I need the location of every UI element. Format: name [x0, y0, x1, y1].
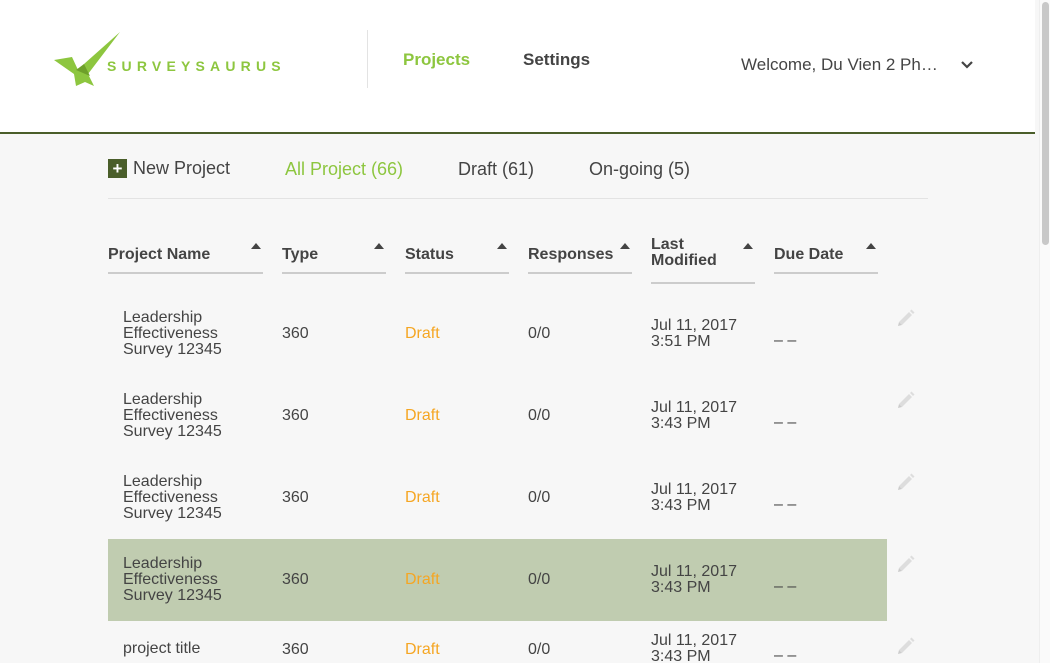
- name-line: Leadership: [123, 473, 203, 490]
- due-date: – –: [774, 647, 797, 663]
- name-line: Survey 12345: [123, 341, 222, 358]
- sort-icon: [866, 243, 876, 249]
- surveysaurus-logo[interactable]: SURVEYSAURUS: [52, 30, 292, 90]
- sort-icon: [743, 243, 753, 249]
- column-header-type[interactable]: Type: [282, 236, 386, 274]
- name-line: Survey 12345: [123, 505, 222, 522]
- tab-draft[interactable]: Draft (61): [458, 159, 534, 180]
- modified-date: Jul 11, 2017: [651, 632, 737, 649]
- due-date: – –: [774, 496, 797, 513]
- project-name[interactable]: Leadership Effectiveness Survey 12345: [123, 556, 222, 604]
- chevron-down-icon[interactable]: [960, 58, 974, 72]
- modified-time: 3:43 PM: [651, 415, 711, 432]
- column-header-responses[interactable]: Responses: [528, 236, 632, 274]
- column-header-status[interactable]: Status: [405, 236, 509, 274]
- sort-icon: [497, 243, 507, 249]
- modified-time: 3:43 PM: [651, 648, 711, 663]
- modified-date: Jul 11, 2017: [651, 399, 737, 416]
- table-row[interactable]: Leadership Effectiveness Survey 12345 360 …: [108, 457, 887, 539]
- pencil-icon[interactable]: [896, 307, 916, 327]
- responses-count: 0/0: [528, 325, 551, 342]
- modified-date: Jul 11, 2017: [651, 563, 737, 580]
- name-line: Effectiveness: [123, 325, 218, 342]
- tab-ongoing[interactable]: On-going (5): [589, 159, 690, 180]
- column-header-due-date[interactable]: Due Date: [774, 236, 878, 274]
- table-row[interactable]: Leadership Effectiveness Survey 12345 360 …: [108, 293, 887, 375]
- user-welcome[interactable]: Welcome, Du Vien 2 Ph…: [741, 55, 938, 75]
- plus-icon: +: [108, 159, 127, 178]
- brand-name: SURVEYSAURUS: [107, 58, 286, 74]
- app-header: SURVEYSAURUS Projects Settings Welcome, …: [0, 0, 1035, 134]
- header-divider: [367, 30, 368, 88]
- modified-date: Jul 11, 2017: [651, 317, 737, 334]
- last-modified: Jul 11, 2017 3:43 PM: [651, 482, 737, 514]
- column-header-last-modified[interactable]: Last Modified: [651, 236, 755, 284]
- new-project-button[interactable]: + New Project: [108, 158, 230, 179]
- name-line: Leadership: [123, 309, 203, 326]
- name-line: Effectiveness: [123, 489, 218, 506]
- header-label-line: Last: [651, 236, 684, 253]
- name-line: Leadership: [123, 391, 203, 408]
- pencil-icon[interactable]: [896, 635, 916, 655]
- responses-count: 0/0: [528, 407, 551, 424]
- responses-count: 0/0: [528, 571, 551, 588]
- due-date: – –: [774, 414, 797, 431]
- nav-projects[interactable]: Projects: [403, 50, 470, 70]
- project-type: 360: [282, 407, 309, 424]
- project-name[interactable]: Leadership Effectiveness Survey 12345: [123, 474, 222, 522]
- name-line: Survey 12345: [123, 423, 222, 440]
- column-header-project-name[interactable]: Project Name: [108, 236, 263, 274]
- project-type: 360: [282, 489, 309, 506]
- responses-count: 0/0: [528, 641, 551, 658]
- modified-time: 3:51 PM: [651, 333, 711, 350]
- sort-icon: [374, 243, 384, 249]
- last-modified: Jul 11, 2017 3:51 PM: [651, 318, 737, 350]
- status-badge: Draft: [405, 325, 440, 342]
- modified-time: 3:43 PM: [651, 497, 711, 514]
- due-date: – –: [774, 332, 797, 349]
- project-name[interactable]: Leadership Effectiveness Survey 12345: [123, 310, 222, 358]
- project-type: 360: [282, 325, 309, 342]
- nav-settings[interactable]: Settings: [523, 50, 590, 70]
- table-row[interactable]: Leadership Effectiveness Survey 12345 360 …: [108, 375, 887, 457]
- sort-icon: [251, 243, 261, 249]
- project-name[interactable]: project title: [123, 641, 200, 657]
- due-date: – –: [774, 578, 797, 595]
- project-filter-bar: + New Project All Project (66) Draft (61…: [108, 158, 928, 199]
- new-project-label: New Project: [133, 158, 231, 178]
- scrollbar-thumb[interactable]: [1042, 2, 1049, 245]
- project-name[interactable]: Leadership Effectiveness Survey 12345: [123, 392, 222, 440]
- name-line: Effectiveness: [123, 407, 218, 424]
- header-label-line: Modified: [651, 252, 717, 269]
- modified-time: 3:43 PM: [651, 579, 711, 596]
- name-line: Effectiveness: [123, 571, 218, 588]
- tab-all-projects[interactable]: All Project (66): [285, 159, 403, 180]
- sort-icon: [620, 243, 630, 249]
- last-modified: Jul 11, 2017 3:43 PM: [651, 633, 737, 663]
- table-row[interactable]: project title 360 Draft 0/0 Jul 11, 2017…: [108, 621, 887, 663]
- pencil-icon[interactable]: [896, 553, 916, 573]
- project-type: 360: [282, 571, 309, 588]
- name-line: Survey 12345: [123, 587, 222, 604]
- responses-count: 0/0: [528, 489, 551, 506]
- status-badge: Draft: [405, 407, 440, 424]
- status-badge: Draft: [405, 571, 440, 588]
- last-modified: Jul 11, 2017 3:43 PM: [651, 400, 737, 432]
- pencil-icon[interactable]: [896, 389, 916, 409]
- project-type: 360: [282, 641, 309, 658]
- status-badge: Draft: [405, 489, 440, 506]
- status-badge: Draft: [405, 641, 440, 658]
- vertical-scrollbar[interactable]: [1039, 0, 1050, 663]
- last-modified: Jul 11, 2017 3:43 PM: [651, 564, 737, 596]
- name-line: Leadership: [123, 555, 203, 572]
- pencil-icon[interactable]: [896, 471, 916, 491]
- modified-date: Jul 11, 2017: [651, 481, 737, 498]
- table-row-selected[interactable]: Leadership Effectiveness Survey 12345 360 …: [108, 539, 887, 621]
